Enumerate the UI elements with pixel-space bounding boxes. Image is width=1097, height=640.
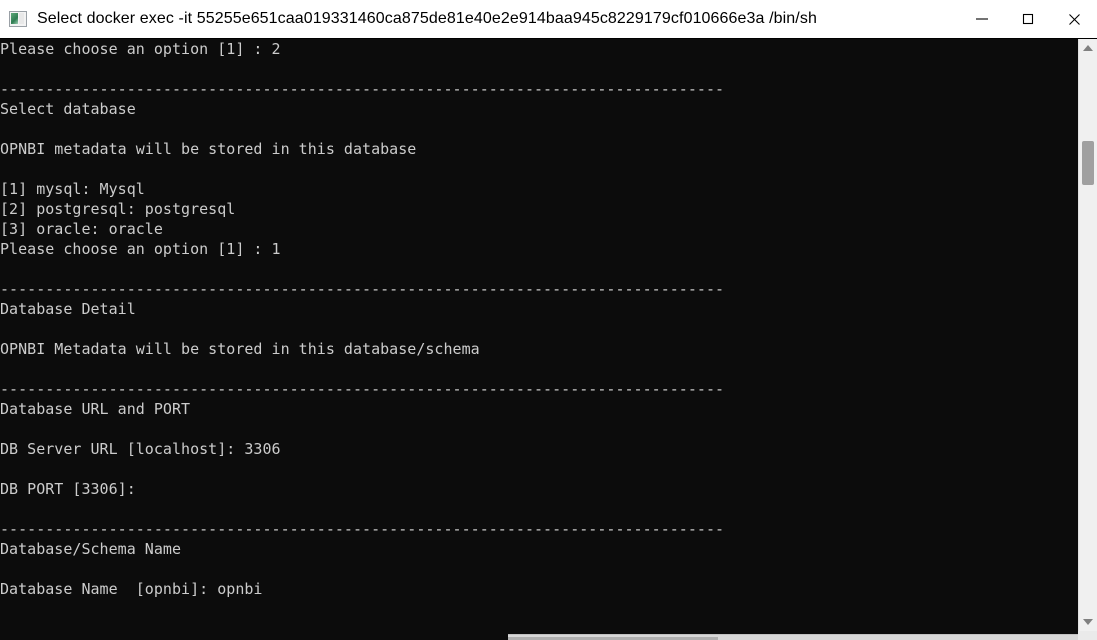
- terminal-output: Please choose an option [1] : 2 --------…: [0, 40, 725, 598]
- titlebar[interactable]: Select docker exec -it 55255e651caa01933…: [0, 0, 1097, 39]
- close-button[interactable]: [1051, 0, 1097, 38]
- horizontal-scrollbar[interactable]: [0, 631, 1097, 640]
- scroll-down-arrow-icon[interactable]: [1079, 613, 1097, 631]
- terminal-area[interactable]: Please choose an option [1] : 2 --------…: [0, 39, 1097, 640]
- scroll-up-arrow-icon[interactable]: [1079, 39, 1097, 57]
- terminal-screen[interactable]: Please choose an option [1] : 2 --------…: [0, 39, 1078, 631]
- window-controls: [959, 0, 1097, 38]
- scrollbar-corner: [1078, 631, 1097, 640]
- close-icon: [1068, 13, 1080, 25]
- console-window-icon: [9, 11, 27, 27]
- vertical-scrollbar-thumb[interactable]: [1082, 141, 1094, 185]
- maximize-button[interactable]: [1005, 0, 1051, 38]
- minimize-icon: [976, 18, 988, 20]
- window-title: Select docker exec -it 55255e651caa01933…: [37, 10, 817, 27]
- vertical-scrollbar[interactable]: [1078, 39, 1097, 631]
- maximize-icon: [1022, 13, 1034, 25]
- console-window: Select docker exec -it 55255e651caa01933…: [0, 0, 1097, 640]
- minimize-button[interactable]: [959, 0, 1005, 38]
